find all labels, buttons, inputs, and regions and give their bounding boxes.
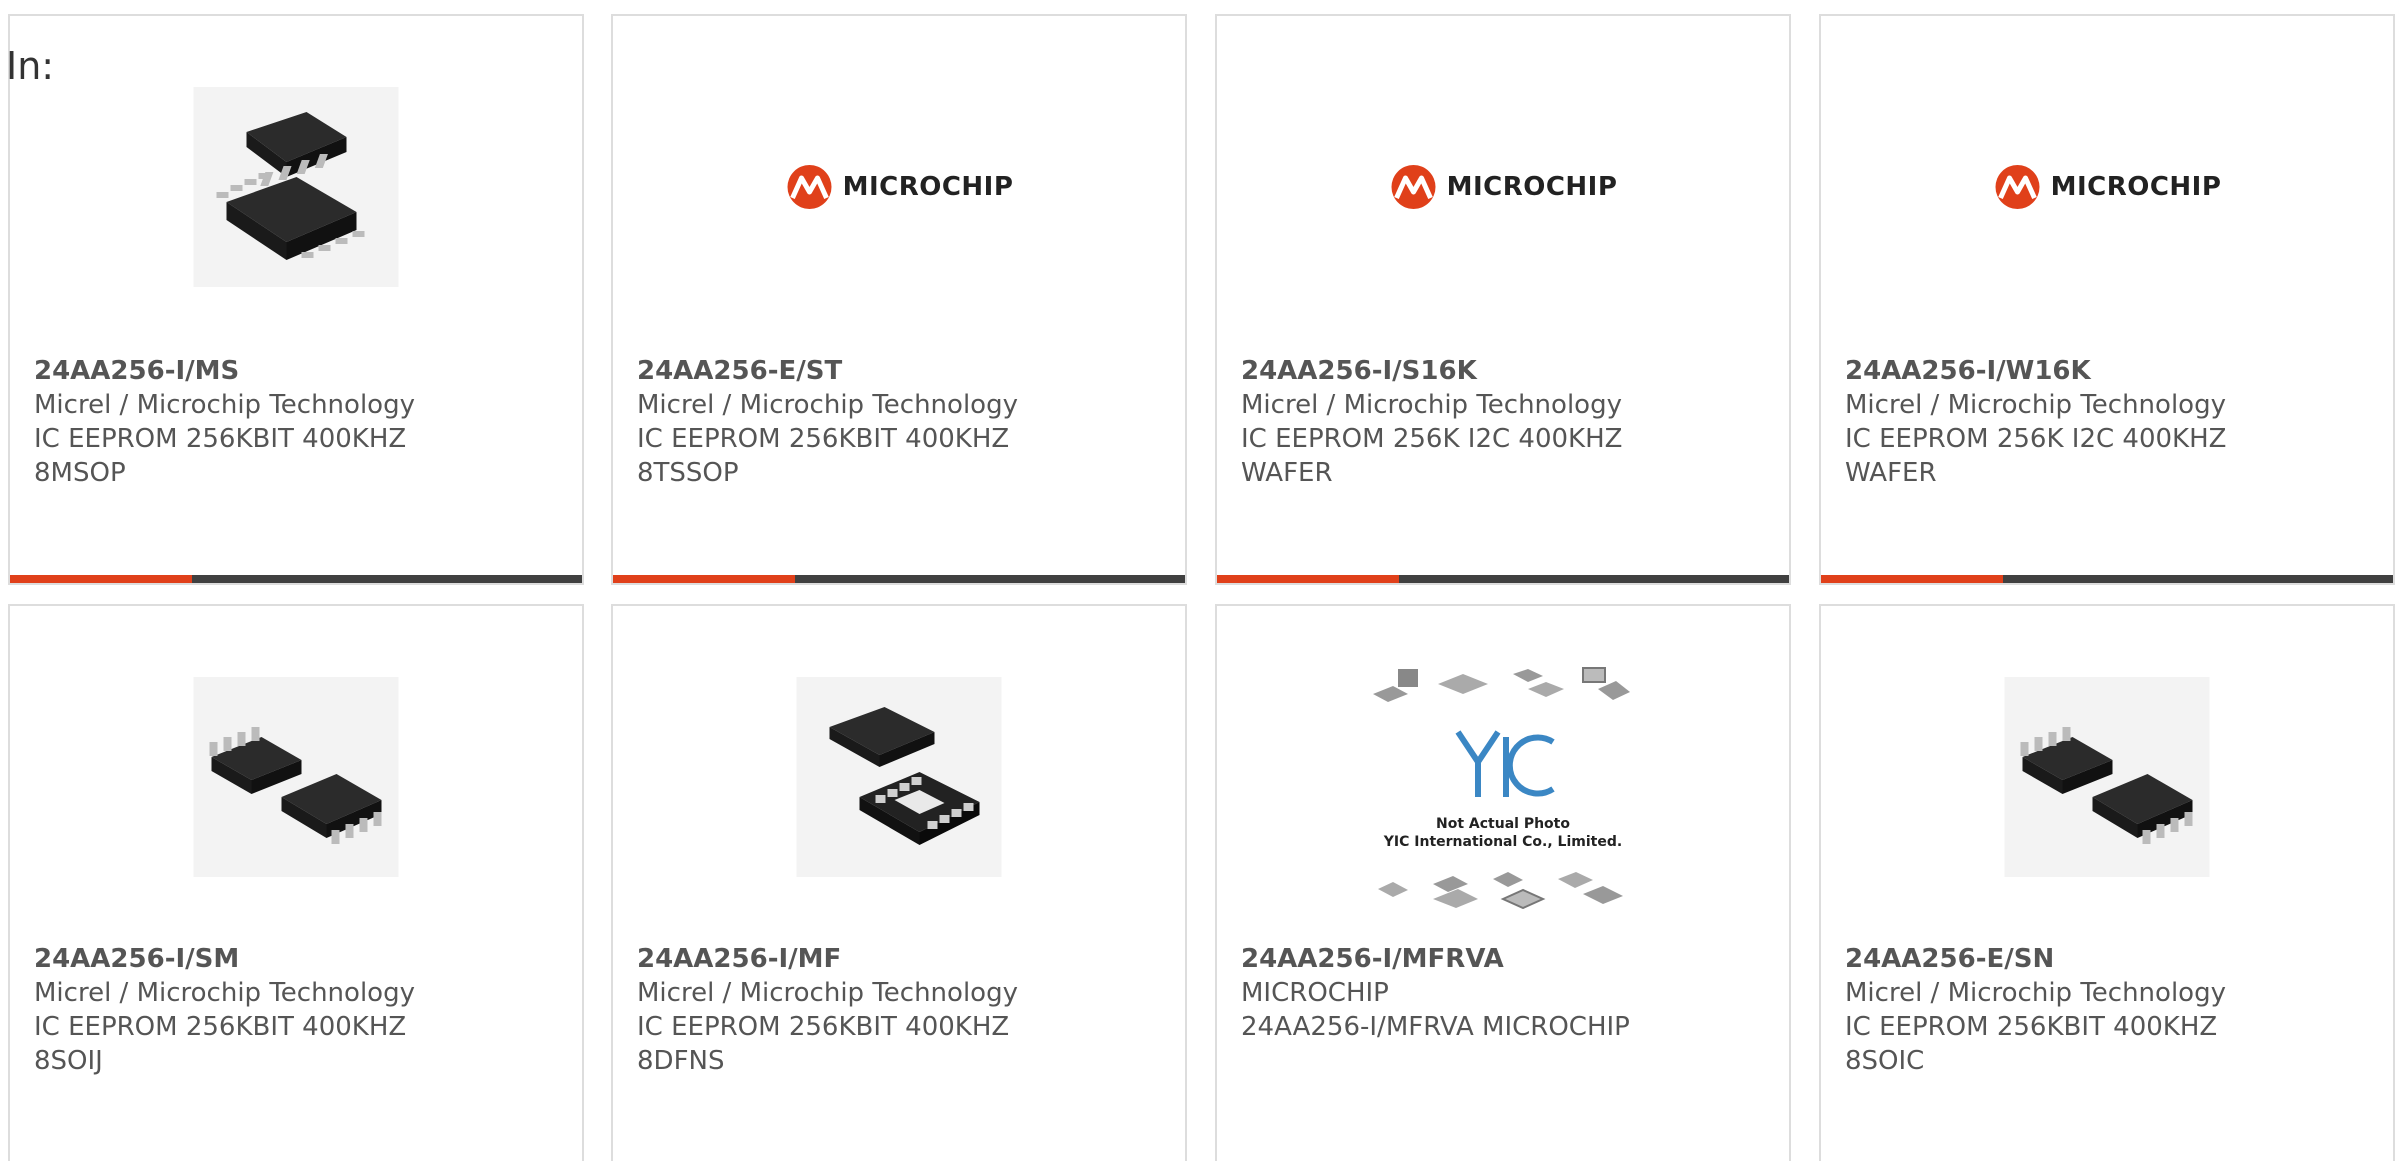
in-label: In: — [6, 44, 55, 88]
description-line-2: 8TSSOP — [637, 458, 739, 488]
description-line-2: 8DFNS — [637, 1046, 725, 1076]
chip-assortment-icon — [1373, 667, 1630, 702]
product-info: 24AA256-I/MFRVA MICROCHIP 24AA256-I/MFRV… — [1241, 942, 1779, 1044]
manufacturer: Micrel / Microchip Technology — [637, 390, 1018, 420]
microchip-logo: MICROCHIP — [1993, 164, 2222, 210]
manufacturer: Micrel / Microchip Technology — [1845, 978, 2226, 1008]
microchip-logo-icon — [787, 164, 832, 209]
part-number[interactable]: 24AA256-I/MFRVA — [1241, 942, 1779, 976]
description-line-1: IC EEPROM 256KBIT 400KHZ — [34, 424, 407, 454]
part-number[interactable]: 24AA256-I/MF — [637, 942, 1175, 976]
product-card[interactable]: Not Actual Photo YIC International Co., … — [1215, 604, 1791, 1161]
manufacturer: MICROCHIP — [1241, 978, 1389, 1008]
product-image[interactable] — [796, 674, 1002, 879]
microchip-logo: MICROCHIP — [785, 164, 1014, 210]
part-number[interactable]: 24AA256-E/SN — [1845, 942, 2383, 976]
card-bar — [1217, 575, 1789, 583]
logo-text: MICROCHIP — [1446, 171, 1618, 202]
chip-assortment-icon — [1378, 872, 1623, 909]
product-card[interactable]: 24AA256-I/SM Micrel / Microchip Technolo… — [8, 604, 584, 1161]
description-line-1: IC EEPROM 256KBIT 400KHZ — [1845, 1012, 2218, 1042]
description-line-2: 8SOIC — [1845, 1046, 1925, 1076]
product-info: 24AA256-I/MS Micrel / Microchip Technolo… — [34, 354, 572, 490]
product-card[interactable]: MICROCHIP 24AA256-E/ST Micrel / Microchi… — [611, 14, 1187, 585]
logo-text: MICROCHIP — [2050, 171, 2222, 202]
product-image[interactable]: MICROCHIP — [1995, 84, 2221, 289]
manufacturer: Micrel / Microchip Technology — [34, 390, 415, 420]
soic8-chip-icon — [2004, 676, 2210, 877]
yic-logo-icon — [1455, 730, 1555, 797]
description-line-1: IC EEPROM 256KBIT 400KHZ — [637, 1012, 1010, 1042]
product-image[interactable] — [2004, 674, 2210, 879]
product-image[interactable]: Not Actual Photo YIC International Co., … — [1368, 664, 1638, 909]
product-image[interactable]: MICROCHIP — [1391, 84, 1617, 289]
part-number[interactable]: 24AA256-I/W16K — [1845, 354, 2383, 388]
card-bar-accent — [10, 575, 192, 583]
description-line-2: WAFER — [1241, 458, 1333, 488]
product-info: 24AA256-I/W16K Micrel / Microchip Techno… — [1845, 354, 2383, 490]
product-info: 24AA256-E/ST Micrel / Microchip Technolo… — [637, 354, 1175, 490]
yic-caption: Not Actual Photo YIC International Co., … — [1384, 815, 1622, 851]
manufacturer: Micrel / Microchip Technology — [637, 978, 1018, 1008]
yic-placeholder: Not Actual Photo YIC International Co., … — [1368, 664, 1638, 909]
product-image[interactable]: MICROCHIP — [787, 84, 1013, 289]
card-bar-accent — [613, 575, 795, 583]
card-bar-accent — [1217, 575, 1399, 583]
description-line-1: IC EEPROM 256KBIT 400KHZ — [34, 1012, 407, 1042]
description-line-2: 8MSOP — [34, 458, 126, 488]
product-card[interactable]: 24AA256-I/MS Micrel / Microchip Technolo… — [8, 14, 584, 585]
product-info: 24AA256-E/SN Micrel / Microchip Technolo… — [1845, 942, 2383, 1078]
soij8-chip-icon — [193, 676, 399, 877]
description-line-1: 24AA256-I/MFRVA MICROCHIP — [1241, 1012, 1630, 1042]
yic-caption-line-2: YIC International Co., Limited. — [1383, 834, 1623, 850]
description-line-1: IC EEPROM 256KBIT 400KHZ — [637, 424, 1010, 454]
microchip-logo: MICROCHIP — [1389, 164, 1618, 210]
card-bar — [1821, 575, 2393, 583]
card-bar — [10, 575, 582, 583]
part-number[interactable]: 24AA256-I/MS — [34, 354, 572, 388]
manufacturer: Micrel / Microchip Technology — [1845, 390, 2226, 420]
product-image[interactable] — [193, 84, 399, 289]
part-number[interactable]: 24AA256-E/ST — [637, 354, 1175, 388]
card-bar — [613, 575, 1185, 583]
card-bar-accent — [1821, 575, 2003, 583]
logo-text: MICROCHIP — [842, 171, 1014, 202]
manufacturer: Micrel / Microchip Technology — [1241, 390, 1622, 420]
microchip-logo-icon — [1391, 164, 1436, 209]
product-card[interactable]: 24AA256-I/MF Micrel / Microchip Technolo… — [611, 604, 1187, 1161]
description-line-2: 8SOIJ — [34, 1046, 103, 1076]
description-line-1: IC EEPROM 256K I2C 400KHZ — [1241, 424, 1623, 454]
product-info: 24AA256-I/SM Micrel / Microchip Technolo… — [34, 942, 572, 1078]
dfn8-chip-icon — [796, 676, 1002, 877]
product-card[interactable]: MICROCHIP 24AA256-I/S16K Micrel / Microc… — [1215, 14, 1791, 585]
yic-caption-line-1: Not Actual Photo — [1436, 816, 1570, 832]
product-card[interactable]: MICROCHIP 24AA256-I/W16K Micrel / Microc… — [1819, 14, 2395, 585]
part-number[interactable]: 24AA256-I/S16K — [1241, 354, 1779, 388]
product-grid-page: In: 24AA256-I/MS Micrel / Microchip Tech… — [0, 0, 2400, 1161]
product-card[interactable]: 24AA256-E/SN Micrel / Microchip Technolo… — [1819, 604, 2395, 1161]
microchip-logo-icon — [1995, 164, 2040, 209]
description-line-2: WAFER — [1845, 458, 1937, 488]
product-image[interactable] — [193, 674, 399, 879]
msop8-chip-icon — [193, 86, 399, 287]
manufacturer: Micrel / Microchip Technology — [34, 978, 415, 1008]
description-line-1: IC EEPROM 256K I2C 400KHZ — [1845, 424, 2227, 454]
part-number[interactable]: 24AA256-I/SM — [34, 942, 572, 976]
product-info: 24AA256-I/S16K Micrel / Microchip Techno… — [1241, 354, 1779, 490]
product-info: 24AA256-I/MF Micrel / Microchip Technolo… — [637, 942, 1175, 1078]
